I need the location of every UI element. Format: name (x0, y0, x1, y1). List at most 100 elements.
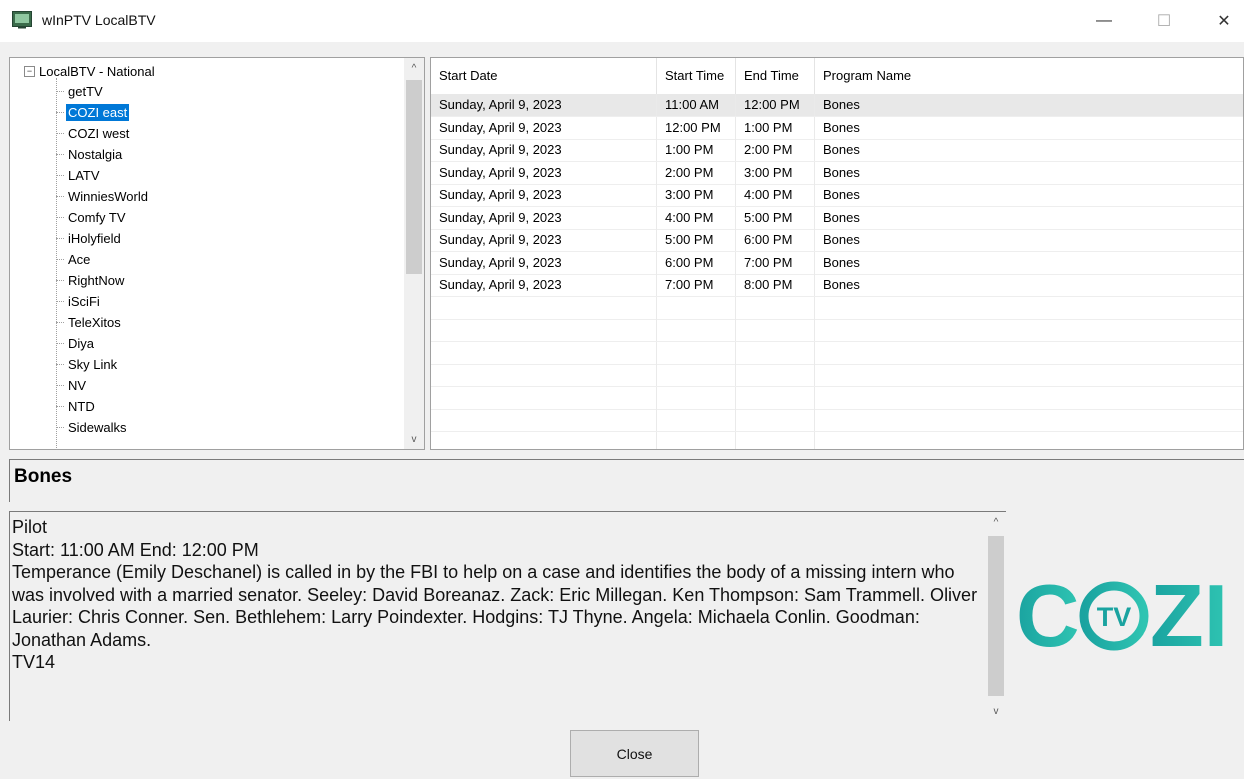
column-header-end-time[interactable]: End Time (736, 58, 815, 94)
tree-item[interactable]: Nostalgia (56, 144, 124, 164)
column-header-program-name[interactable]: Program Name (815, 58, 1243, 94)
tree-scrollbar[interactable]: ^ v (404, 58, 424, 449)
tree-root[interactable]: − LocalBTV - National (24, 64, 155, 79)
table-cell: 11:00 AM (657, 94, 736, 116)
tree-item-label: getTV (68, 83, 103, 99)
tree-connector (56, 216, 64, 218)
tree-connector (56, 174, 64, 176)
table-cell (657, 319, 736, 341)
table-cell (431, 386, 657, 409)
logo-letter-c: C (1016, 576, 1080, 656)
scroll-up-icon[interactable]: ^ (404, 58, 424, 78)
channel-tree[interactable]: − LocalBTV - National getTV COZI east COZI… (9, 57, 425, 450)
window-title: wInPTV LocalBTV (42, 12, 156, 28)
table-row[interactable]: Sunday, April 9, 2023 5:00 PM 6:00 PM Bones (431, 229, 1243, 252)
empty-row[interactable] (431, 409, 1243, 432)
tree-item[interactable]: NTD (56, 396, 97, 416)
tree-item[interactable]: Comfy TV (56, 207, 128, 227)
logo-letters-zi: ZI (1150, 576, 1228, 656)
tree-connector (56, 153, 64, 155)
empty-row[interactable] (431, 319, 1243, 342)
minimize-button[interactable]: — (1074, 0, 1134, 42)
table-cell (736, 409, 815, 431)
tree-item-label: Comfy TV (68, 209, 126, 225)
tree-item-label: NTD (68, 398, 95, 414)
scroll-down-icon[interactable]: v (404, 429, 424, 449)
tree-item[interactable]: Sky Link (56, 354, 119, 374)
table-cell: 8:00 PM (736, 274, 815, 296)
table-cell: Sunday, April 9, 2023 (431, 94, 657, 116)
table-row[interactable]: Sunday, April 9, 2023 4:00 PM 5:00 PM Bones (431, 206, 1243, 230)
table-row[interactable]: Sunday, April 9, 2023 6:00 PM 7:00 PM Bones (431, 251, 1243, 275)
table-cell (815, 432, 1243, 450)
table-cell (736, 364, 815, 386)
tree-item[interactable]: Sidewalks (56, 417, 129, 437)
table-cell (657, 341, 736, 364)
table-row[interactable]: Sunday, April 9, 2023 2:00 PM 3:00 PM Bones (431, 161, 1243, 185)
tree-item[interactable]: getTV (56, 81, 105, 101)
column-header-start-time[interactable]: Start Time (657, 58, 736, 94)
table-cell: Sunday, April 9, 2023 (431, 184, 657, 206)
table-cell (736, 386, 815, 409)
empty-row[interactable] (431, 431, 1243, 450)
tree-item[interactable]: COZI east (56, 102, 130, 122)
tree-connector (56, 342, 64, 344)
table-row[interactable]: Sunday, April 9, 2023 1:00 PM 2:00 PM Bones (431, 139, 1243, 162)
tree-item[interactable]: Diya (56, 333, 96, 353)
maximize-button[interactable]: ☐ (1134, 0, 1194, 42)
tree-item[interactable]: LATV (56, 165, 102, 185)
column-header-start-date[interactable]: Start Date (431, 58, 657, 94)
tree-scroll-thumb[interactable] (406, 80, 422, 274)
tree-root-label: LocalBTV - National (39, 64, 155, 79)
table-cell (657, 296, 736, 319)
close-button[interactable]: Close (570, 730, 699, 777)
tree-item[interactable]: iSciFi (56, 291, 102, 311)
description-scrollbar[interactable]: ^ v (986, 512, 1006, 721)
table-cell: Sunday, April 9, 2023 (431, 161, 657, 184)
empty-row[interactable] (431, 386, 1243, 410)
tree-item-label: Sky Link (68, 356, 118, 372)
table-cell: 1:00 PM (657, 139, 736, 161)
table-cell: Bones (815, 94, 1243, 116)
tree-item[interactable]: RightNow (56, 270, 126, 290)
tree-item[interactable]: COZI west (56, 123, 131, 143)
table-cell (431, 296, 657, 319)
table-row[interactable]: Sunday, April 9, 2023 12:00 PM 1:00 PM Bone… (431, 116, 1243, 140)
tree-item-label: Nostalgia (68, 146, 123, 162)
scroll-up-icon[interactable]: ^ (986, 512, 1006, 532)
tree-item-label: WinniesWorld (68, 188, 148, 204)
empty-row[interactable] (431, 296, 1243, 320)
tree-item[interactable]: iHolyfield (56, 228, 123, 248)
scroll-down-icon[interactable]: v (986, 701, 1006, 721)
tree-item-label: NV (68, 377, 87, 393)
tree-connector (56, 363, 64, 365)
table-cell (431, 319, 657, 341)
tree-item[interactable]: Ace (56, 249, 92, 269)
table-cell: 7:00 PM (736, 251, 815, 274)
tree-item[interactable]: NV (56, 375, 88, 395)
program-description-box[interactable]: Pilot Start: 11:00 AM End: 12:00 PM Temper… (9, 511, 1006, 721)
tree-item[interactable]: TeleXitos (56, 312, 123, 332)
maximize-icon: ☐ (1156, 13, 1172, 30)
tree-connector (56, 321, 64, 323)
schedule-grid[interactable]: Start Date Start Time End Time Program N… (430, 57, 1244, 450)
tree-item-label: Sidewalks (68, 419, 127, 435)
close-window-button[interactable]: ✕ (1194, 0, 1244, 42)
table-row[interactable]: Sunday, April 9, 2023 7:00 PM 8:00 PM Bones (431, 274, 1243, 297)
table-row[interactable]: Sunday, April 9, 2023 11:00 AM 12:00 PM Bon… (431, 94, 1243, 117)
description-scroll-thumb[interactable] (988, 536, 1004, 696)
tree-item-label: LATV (68, 167, 100, 183)
empty-row[interactable] (431, 364, 1243, 387)
tree-connector (56, 237, 64, 239)
table-row[interactable]: Sunday, April 9, 2023 3:00 PM 4:00 PM Bones (431, 184, 1243, 207)
table-cell: Bones (815, 229, 1243, 251)
collapse-icon[interactable]: − (24, 66, 35, 77)
tree-item-label: iSciFi (68, 293, 100, 309)
table-cell (736, 319, 815, 341)
empty-row[interactable] (431, 341, 1243, 365)
table-cell (431, 364, 657, 386)
tree-item[interactable]: WinniesWorld (56, 186, 150, 206)
program-description: Pilot Start: 11:00 AM End: 12:00 PM Temper… (12, 516, 984, 674)
table-cell (815, 342, 1243, 364)
table-cell (815, 409, 1243, 431)
